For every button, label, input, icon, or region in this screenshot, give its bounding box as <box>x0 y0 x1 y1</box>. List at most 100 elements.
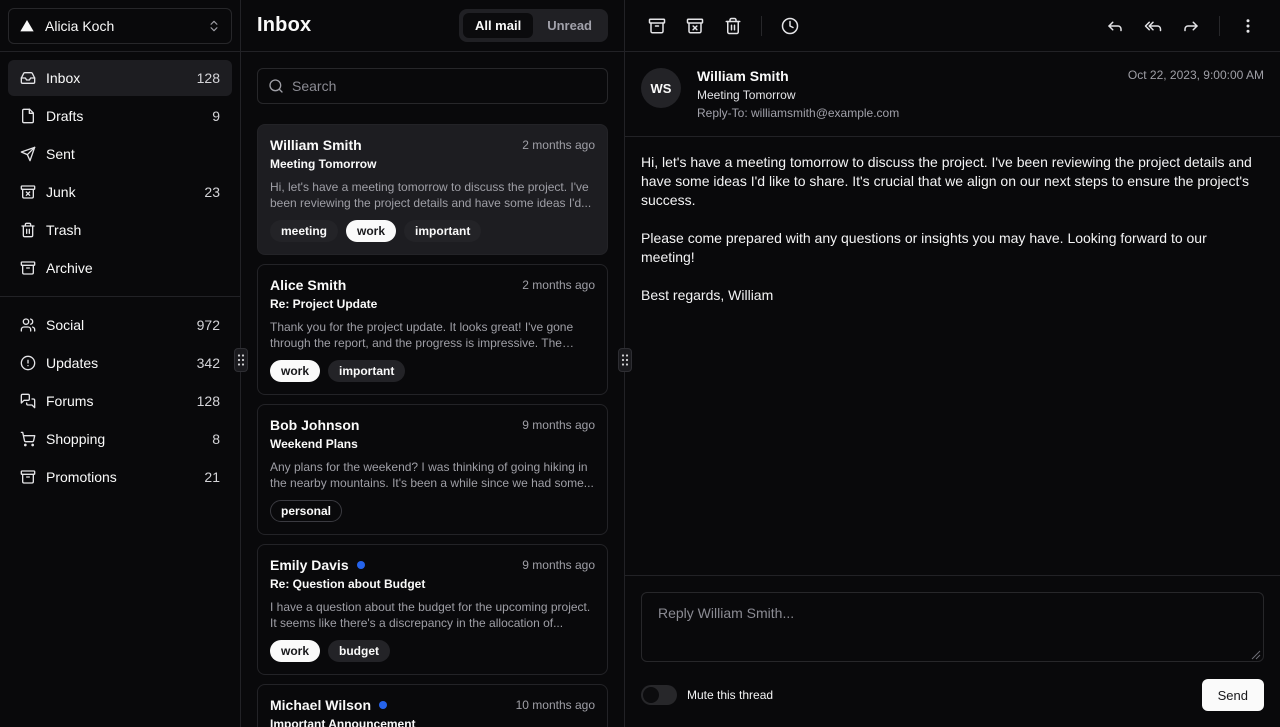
email-subject: Re: Question about Budget <box>270 577 595 591</box>
sidebar-item-social[interactable]: Social 972 <box>8 307 232 343</box>
list-header: Inbox All mail Unread <box>241 0 624 52</box>
sidebar-item-archive[interactable]: Archive <box>8 250 232 286</box>
search-icon <box>268 78 284 94</box>
sidebar-item-label: Sent <box>46 146 210 162</box>
panel-resize-handle[interactable] <box>234 348 248 372</box>
sender-meta: William Smith Meeting Tomorrow Reply-To:… <box>697 68 899 120</box>
archive-icon <box>20 469 36 485</box>
sidebar-item-inbox[interactable]: Inbox 128 <box>8 60 232 96</box>
move-to-trash-button[interactable] <box>717 10 749 42</box>
snooze-button[interactable] <box>774 10 806 42</box>
sidebar-item-label: Shopping <box>46 431 202 447</box>
email-list-item-william[interactable]: William Smith 2 months ago Meeting Tomor… <box>257 124 608 255</box>
reply-all-button[interactable] <box>1137 10 1169 42</box>
sidebar-item-promotions[interactable]: Promotions 21 <box>8 459 232 495</box>
folder-nav: Inbox 128 Drafts 9 Sent <box>0 52 240 294</box>
reply-icon <box>1106 17 1124 35</box>
inbox-icon <box>20 70 36 86</box>
avatar: WS <box>641 68 681 108</box>
mail-paragraph: Best regards, William <box>641 286 1264 305</box>
email-list-panel: Inbox All mail Unread William Smith 2 mo… <box>241 0 625 727</box>
account-switcher-row: Alicia Koch <box>0 0 240 52</box>
search-box <box>257 68 608 104</box>
sidebar-item-count: 128 <box>197 393 220 409</box>
reply-all-icon <box>1144 17 1162 35</box>
forward-button[interactable] <box>1175 10 1207 42</box>
trash-icon <box>724 17 742 35</box>
reply-footer: Mute this thread Send <box>641 679 1264 711</box>
alert-circle-icon <box>20 355 36 371</box>
email-list-item-alice[interactable]: Alice Smith 2 months ago Re: Project Upd… <box>257 264 608 395</box>
shopping-cart-icon <box>20 431 36 447</box>
sidebar-item-count: 8 <box>212 431 220 447</box>
sidebar-item-updates[interactable]: Updates 342 <box>8 345 232 381</box>
sidebar-item-count: 342 <box>197 355 220 371</box>
email-snippet: I have a question about the budget for t… <box>270 599 595 631</box>
archive-x-icon <box>20 184 36 200</box>
mail-paragraph: Please come prepared with any questions … <box>641 229 1264 267</box>
email-list-item-bob[interactable]: Bob Johnson 9 months ago Weekend Plans A… <box>257 404 608 535</box>
email-snippet: Hi, let's have a meeting tomorrow to dis… <box>270 179 595 211</box>
page-title: Inbox <box>257 14 311 37</box>
sidebar-item-trash[interactable]: Trash <box>8 212 232 248</box>
tab-all-mail[interactable]: All mail <box>463 13 533 38</box>
reply-textarea[interactable] <box>641 592 1264 662</box>
sidebar-item-count: 972 <box>197 317 220 333</box>
mail-filter-tabs: All mail Unread <box>459 9 608 42</box>
email-list: William Smith 2 months ago Meeting Tomor… <box>241 120 624 727</box>
sidebar-item-label: Promotions <box>46 469 194 485</box>
mail-display-panel: WS William Smith Meeting Tomorrow Reply-… <box>625 0 1280 727</box>
sidebar-item-label: Archive <box>46 260 210 276</box>
more-options-button[interactable] <box>1232 10 1264 42</box>
trash-icon <box>20 222 36 238</box>
sidebar-item-label: Trash <box>46 222 210 238</box>
account-switcher[interactable]: Alicia Koch <box>8 8 232 44</box>
email-sender: Alice Smith <box>270 277 346 293</box>
tab-unread[interactable]: Unread <box>535 13 604 38</box>
badge-work: work <box>270 640 320 662</box>
sender-name: William Smith <box>697 68 899 84</box>
badge-work: work <box>270 360 320 382</box>
email-time: 9 months ago <box>522 558 595 572</box>
sidebar-item-forums[interactable]: Forums 128 <box>8 383 232 419</box>
mute-thread-toggle[interactable] <box>641 685 677 705</box>
sidebar-item-shopping[interactable]: Shopping 8 <box>8 421 232 457</box>
archive-icon <box>648 17 666 35</box>
mail-app: Alicia Koch Inbox 128 Drafts 9 <box>0 0 1280 727</box>
archive-button[interactable] <box>641 10 673 42</box>
email-list-item-michael[interactable]: Michael Wilson 10 months ago Important A… <box>257 684 608 727</box>
sidebar-item-sent[interactable]: Sent <box>8 136 232 172</box>
email-subject: Re: Project Update <box>270 297 595 311</box>
sidebar-item-label: Forums <box>46 393 187 409</box>
sidebar-item-junk[interactable]: Junk 23 <box>8 174 232 210</box>
reply-button[interactable] <box>1099 10 1131 42</box>
email-badges: meeting work important <box>270 220 595 242</box>
chevrons-up-down-icon <box>207 19 221 33</box>
file-icon <box>20 108 36 124</box>
email-sender: Bob Johnson <box>270 417 359 433</box>
badge-important: important <box>328 360 405 382</box>
search-input[interactable] <box>292 78 597 94</box>
panel-resize-handle[interactable] <box>618 348 632 372</box>
email-list-item-emily[interactable]: Emily Davis 9 months ago Re: Question ab… <box>257 544 608 675</box>
sidebar-item-drafts[interactable]: Drafts 9 <box>8 98 232 134</box>
email-sender: William Smith <box>270 137 362 153</box>
move-to-junk-button[interactable] <box>679 10 711 42</box>
archive-icon <box>20 260 36 276</box>
mute-thread-label[interactable]: Mute this thread <box>687 688 773 702</box>
email-subject: Important Announcement <box>270 717 595 727</box>
sidebar-item-label: Drafts <box>46 108 202 124</box>
send-button[interactable]: Send <box>1202 679 1264 711</box>
triangle-logo-icon <box>19 18 35 34</box>
badge-important: important <box>404 220 481 242</box>
sidebar-item-label: Inbox <box>46 70 187 86</box>
badge-work: work <box>346 220 396 242</box>
mail-date: Oct 22, 2023, 9:00:00 AM <box>1128 68 1264 82</box>
sidebar-item-count: 9 <box>212 108 220 124</box>
toolbar-divider <box>761 16 762 36</box>
users-icon <box>20 317 36 333</box>
email-snippet: Thank you for the project update. It loo… <box>270 319 595 351</box>
mail-header: WS William Smith Meeting Tomorrow Reply-… <box>625 52 1280 137</box>
category-nav: Social 972 Updates 342 Forums 128 <box>0 299 240 503</box>
email-subject: Meeting Tomorrow <box>270 157 595 171</box>
